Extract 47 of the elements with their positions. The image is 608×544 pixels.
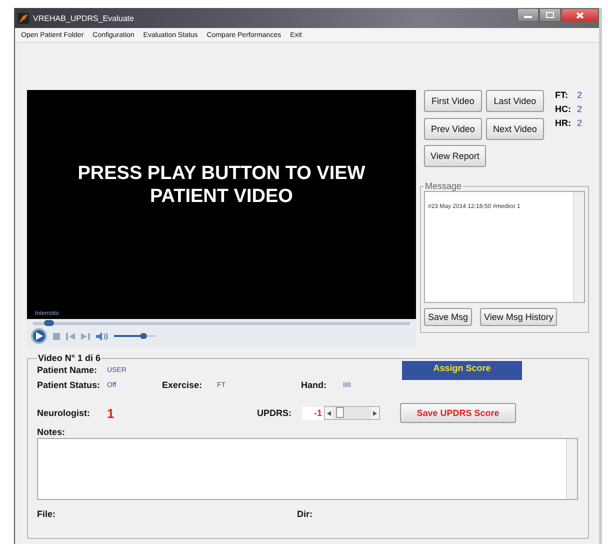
neurologist-value: 1 xyxy=(107,406,116,420)
field-label: Patient Status: xyxy=(37,380,102,390)
count-value: 2 xyxy=(576,90,582,100)
volume-thumb[interactable] xyxy=(140,333,148,339)
video-overlay-text: PRESS PLAY BUTTON TO VIEW PATIENT VIDEO xyxy=(76,162,366,208)
window-title: VREHAB_UPDRS_Evaluate xyxy=(33,14,134,22)
message-title: Message xyxy=(424,181,463,191)
navigation-button[interactable]: Last Video xyxy=(486,90,544,112)
slider-thumb[interactable] xyxy=(336,407,344,418)
navigation-button[interactable]: Prev Video xyxy=(424,118,482,140)
navigation-button[interactable]: First Video xyxy=(424,90,482,112)
field-label: Hand: xyxy=(301,380,328,390)
field-label: Dir: xyxy=(297,509,312,519)
field-label: Exercise: xyxy=(162,380,204,390)
field-label: Patient Name: xyxy=(37,365,98,375)
video-panel-title: Video N° 1 di 6 xyxy=(37,353,102,363)
navigation-button[interactable]: Next Video xyxy=(486,118,544,140)
field-label: Neurologist: xyxy=(37,408,91,418)
seek-bar[interactable] xyxy=(33,322,410,325)
speaker-icon[interactable] xyxy=(96,332,108,340)
maximize-icon xyxy=(546,12,554,18)
app-icon xyxy=(18,12,29,24)
field-label: File: xyxy=(37,509,57,519)
play-button[interactable] xyxy=(31,328,47,344)
view-report-button[interactable]: View Report xyxy=(424,145,486,167)
count-label: FT: xyxy=(554,90,569,100)
close-button[interactable] xyxy=(561,8,599,22)
assign-score-button[interactable]: Assign Score xyxy=(402,360,522,380)
close-icon xyxy=(576,12,584,18)
field-label: Notes: xyxy=(37,427,66,437)
notes-field[interactable] xyxy=(37,438,578,500)
message-button[interactable]: View Msg History xyxy=(480,308,558,326)
count-value: 2 xyxy=(576,104,582,114)
count-label: HC: xyxy=(554,104,571,114)
seek-thumb[interactable] xyxy=(44,320,54,326)
updrs-value: -1 xyxy=(302,406,324,420)
count-label: HR: xyxy=(554,118,571,128)
updrs-slider[interactable] xyxy=(324,406,380,420)
field-label: UPDRS: xyxy=(257,408,293,418)
message-button[interactable]: Save Msg xyxy=(424,308,472,326)
scroll-bar[interactable] xyxy=(566,439,577,499)
maximize-button[interactable] xyxy=(539,8,561,22)
save-score-button[interactable]: Save UPDRS Score xyxy=(400,403,516,423)
scroll-bar[interactable] xyxy=(573,192,584,302)
minimize-button[interactable] xyxy=(517,8,539,22)
play-icon xyxy=(34,331,44,341)
count-value: 2 xyxy=(576,118,582,128)
